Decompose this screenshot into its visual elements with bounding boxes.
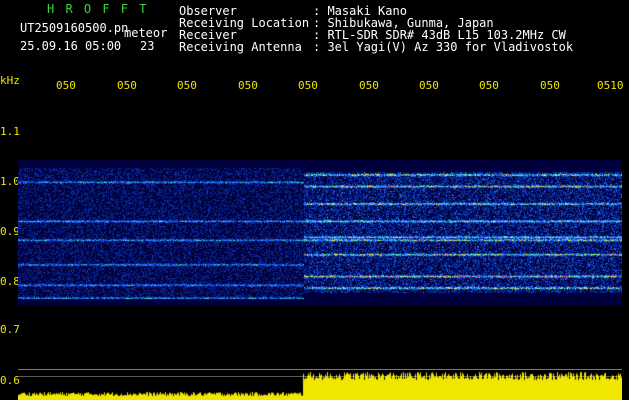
time-tick: 050 (419, 79, 439, 92)
freq-tick: 0.8 (0, 275, 20, 288)
hrofft-logo: H R O F F T (47, 2, 149, 16)
freq-tick: 0.6 (0, 374, 20, 387)
freq-tick: 0.7 (0, 323, 20, 336)
antenna-value: : 3el Yagi(V) Az 330 for Vladivostok (313, 40, 574, 54)
time-tick: 050 (479, 79, 499, 92)
meteor-count: 23 (140, 39, 155, 53)
time-tick: 050 (359, 79, 379, 92)
time-tick: 050 (298, 79, 318, 92)
freq-tick: 0.9 (0, 225, 20, 238)
time-tick: 050 (56, 79, 76, 92)
meteor-label: meteor (124, 26, 168, 40)
time-tick: 050 (540, 79, 560, 92)
freq-tick: 1.1 (0, 125, 20, 138)
filename-label: UT2509160500.pn (20, 21, 129, 35)
time-tick: 050 (177, 79, 197, 92)
spectrogram-waterfall (18, 160, 622, 305)
time-tick: 050 (117, 79, 137, 92)
freq-tick: 1.0 (0, 175, 20, 188)
antenna-label: Receiving Antenna (179, 40, 302, 54)
time-tick: 050 (238, 79, 258, 92)
datetime-label: 25.09.16 05:00 (20, 39, 122, 53)
time-tick: 0510 (597, 79, 624, 92)
signal-level-bar (18, 370, 622, 400)
freq-unit-label: kHz (0, 74, 20, 87)
